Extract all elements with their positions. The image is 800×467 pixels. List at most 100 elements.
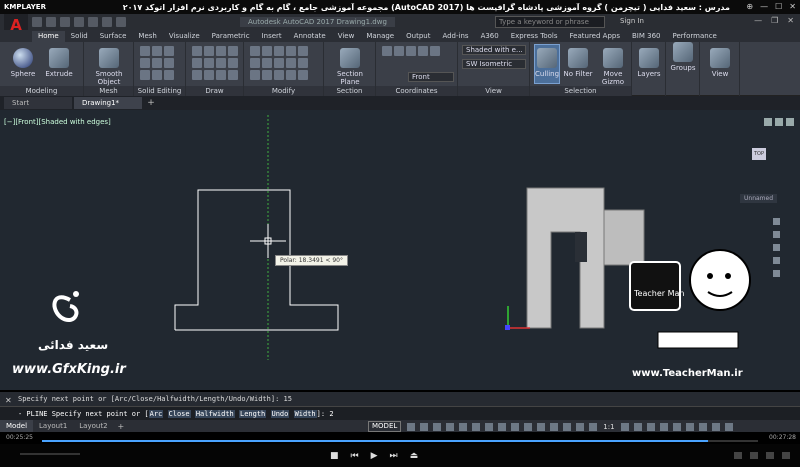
trim-icon[interactable]: [274, 46, 284, 56]
tab-a360[interactable]: A360: [475, 31, 505, 42]
cmd-option-halfwidth[interactable]: Halfwidth: [194, 410, 235, 418]
previous-icon[interactable]: ⏮: [351, 451, 359, 461]
extend-icon[interactable]: [286, 46, 296, 56]
ortho-icon[interactable]: [433, 422, 442, 431]
saveas-icon[interactable]: [74, 17, 84, 27]
boundary-icon[interactable]: [228, 70, 238, 80]
ucs-dropdown[interactable]: Front: [408, 72, 454, 82]
file-tab-start[interactable]: Start: [4, 97, 72, 109]
customization-icon[interactable]: [724, 422, 733, 431]
panel-label-modeling[interactable]: Modeling: [0, 86, 83, 96]
tab-parametric[interactable]: Parametric: [206, 31, 256, 42]
selection-cycling-icon[interactable]: [524, 422, 533, 431]
auto-scale-icon[interactable]: [589, 422, 598, 431]
circle-icon[interactable]: [216, 46, 226, 56]
tab-addins[interactable]: Add-ins: [436, 31, 474, 42]
culling-button[interactable]: Culling: [534, 44, 560, 84]
orbit-icon[interactable]: [773, 257, 780, 264]
copy-icon[interactable]: [250, 58, 260, 68]
panel-label-coordinates[interactable]: Coordinates: [376, 86, 457, 96]
panel-label-modify[interactable]: Modify: [244, 86, 323, 96]
line-icon[interactable]: [192, 46, 202, 56]
zoom-icon[interactable]: [773, 244, 780, 251]
tab-solid[interactable]: Solid: [65, 31, 94, 42]
command-line[interactable]: - PLINE Specify next point or [Arc Close…: [0, 406, 800, 420]
showmotion-icon[interactable]: [773, 270, 780, 277]
stretch-icon[interactable]: [298, 58, 308, 68]
undo-icon[interactable]: [102, 17, 112, 27]
panel-label-draw[interactable]: Draw: [186, 86, 243, 96]
subtract-icon[interactable]: [152, 46, 162, 56]
plot-icon[interactable]: [88, 17, 98, 27]
sphere-button[interactable]: Sphere: [6, 48, 40, 78]
hatch-icon[interactable]: [228, 58, 238, 68]
minimize-icon[interactable]: —: [754, 16, 762, 25]
play-icon[interactable]: ▶: [371, 451, 378, 461]
tab-manage[interactable]: Manage: [360, 31, 400, 42]
fillet-edge-icon[interactable]: [164, 58, 174, 68]
settings-icon[interactable]: [766, 452, 774, 459]
grid-icon[interactable]: [407, 422, 416, 431]
fillet-icon[interactable]: [274, 58, 284, 68]
view-preset-dropdown[interactable]: SW Isometric: [462, 59, 526, 69]
object-snap-icon[interactable]: [485, 422, 494, 431]
array-icon[interactable]: [262, 70, 272, 80]
layers-button[interactable]: Layers: [635, 48, 663, 78]
ucs-icon[interactable]: [382, 46, 392, 56]
offset-icon[interactable]: [274, 70, 284, 80]
view-button[interactable]: View: [706, 48, 734, 78]
save-icon[interactable]: [60, 17, 70, 27]
3d-osnap-icon[interactable]: [537, 422, 546, 431]
visual-style-dropdown[interactable]: Shaded with e...: [462, 45, 526, 55]
rotate-icon[interactable]: [262, 46, 272, 56]
annotation-monitor-icon[interactable]: [633, 422, 642, 431]
layout-tab-layout1[interactable]: Layout1: [33, 420, 73, 432]
tab-performance[interactable]: Performance: [666, 31, 722, 42]
section-plane-button[interactable]: Section Plane: [330, 48, 370, 86]
tab-annotate[interactable]: Annotate: [288, 31, 332, 42]
model-space-button[interactable]: MODEL: [368, 421, 402, 432]
tab-bim360[interactable]: BIM 360: [626, 31, 667, 42]
erase-icon[interactable]: [298, 46, 308, 56]
cmd-option-arc[interactable]: Arc: [148, 410, 164, 418]
tab-home[interactable]: Home: [32, 31, 65, 42]
annotation-scale[interactable]: 1:1: [603, 423, 614, 431]
slice-icon[interactable]: [140, 58, 150, 68]
sign-in-link[interactable]: Sign In: [620, 17, 644, 25]
gizmo-icon[interactable]: [563, 422, 572, 431]
point-icon[interactable]: [216, 70, 226, 80]
new-layout-icon[interactable]: +: [114, 422, 129, 431]
tab-express-tools[interactable]: Express Tools: [505, 31, 564, 42]
scale-icon[interactable]: [250, 70, 260, 80]
extrude-button[interactable]: Extrude: [42, 48, 76, 78]
file-tab-drawing1[interactable]: Drawing1*: [74, 97, 142, 109]
spline-icon[interactable]: [192, 70, 202, 80]
restore-icon[interactable]: ❐: [771, 16, 778, 25]
stop-icon[interactable]: ■: [330, 451, 339, 461]
eject-icon[interactable]: ⏏: [410, 451, 419, 461]
search-input[interactable]: Type a keyword or phrase: [495, 16, 605, 28]
move-icon[interactable]: [250, 46, 260, 56]
tab-visualize[interactable]: Visualize: [163, 31, 206, 42]
layout-tab-layout2[interactable]: Layout2: [73, 420, 113, 432]
tab-mesh[interactable]: Mesh: [132, 31, 162, 42]
next-icon[interactable]: ⏭: [390, 451, 398, 461]
quick-properties-icon[interactable]: [659, 422, 668, 431]
units-icon[interactable]: [646, 422, 655, 431]
tab-view[interactable]: View: [332, 31, 361, 42]
check-icon[interactable]: [164, 70, 174, 80]
panel-label-view[interactable]: View: [458, 86, 529, 96]
steering-wheel-icon[interactable]: [773, 218, 780, 225]
hardware-acceleration-icon[interactable]: [698, 422, 707, 431]
new-icon[interactable]: [32, 17, 42, 27]
3d-solid-object[interactable]: [526, 187, 645, 329]
intersect-icon[interactable]: [164, 46, 174, 56]
viewcube[interactable]: TOP: [752, 148, 766, 160]
cmd-option-width[interactable]: Width: [293, 410, 317, 418]
panel-label-mesh[interactable]: Mesh: [84, 86, 133, 96]
move-gizmo-button[interactable]: Move Gizmo: [598, 48, 628, 86]
ucs-origin-icon[interactable]: [406, 46, 416, 56]
layout-tab-model[interactable]: Model: [0, 420, 34, 432]
cmd-option-close[interactable]: Close: [167, 410, 191, 418]
command-input[interactable]: 2: [329, 410, 333, 418]
